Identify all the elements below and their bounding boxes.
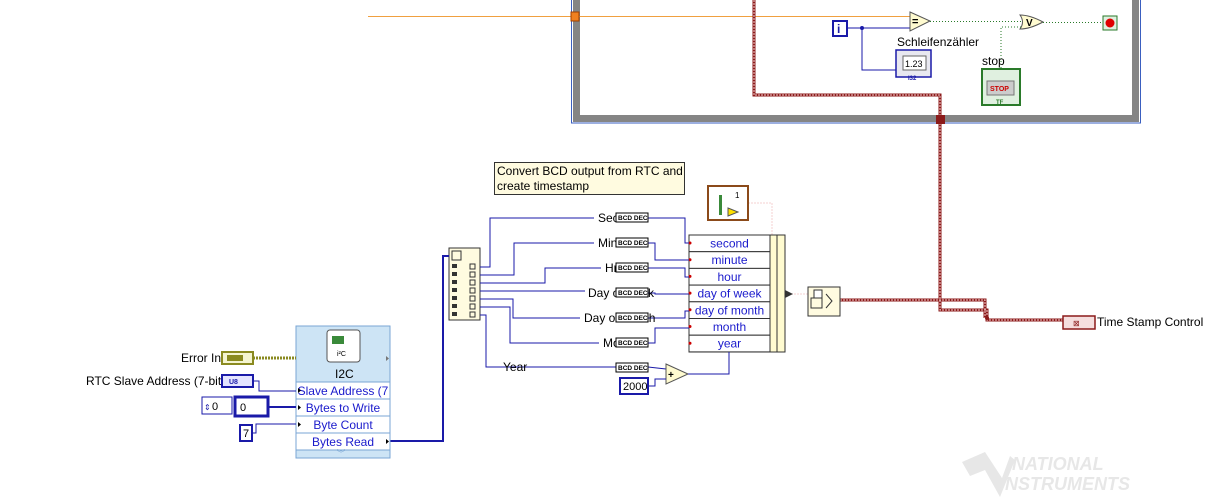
svg-text:NATIONAL: NATIONAL (1012, 454, 1104, 474)
svg-text:1: 1 (735, 191, 740, 200)
array-constant[interactable]: ⇕ 0 0 (201, 395, 270, 418)
iteration-terminal: i (832, 20, 848, 37)
bundle-field-label: second (710, 237, 749, 251)
bundle-field-label: hour (717, 270, 741, 284)
i2c-terminal-label: Byte Count (313, 418, 373, 432)
loop-tunnel (570, 11, 580, 22)
svg-text:⊠: ⊠ (1073, 319, 1080, 328)
bundle-field-label: month (713, 320, 746, 334)
time-stamp-control-label: Time Stamp Control (1097, 315, 1203, 329)
counter-label: Schleifenzähler (897, 35, 979, 49)
svg-text:create timestamp: create timestamp (497, 179, 589, 193)
block-diagram: i = Schleifenzähler 1.23 I32 V stop STOP… (86, 0, 1203, 497)
svg-text:1.23: 1.23 (905, 59, 923, 69)
svg-text:7: 7 (243, 428, 249, 440)
svg-text:BCD DEC: BCD DEC (618, 265, 648, 272)
bundle-field-label: year (718, 337, 741, 351)
equal-node[interactable]: = (909, 11, 932, 32)
svg-text:BCD DEC: BCD DEC (618, 365, 648, 372)
svg-text:I32: I32 (908, 76, 917, 82)
or-node[interactable]: V (1019, 14, 1045, 30)
svg-text:i: i (837, 22, 840, 36)
bcd-to-decimal-node[interactable]: BCD DEC (615, 287, 649, 298)
svg-text:I2C: I2C (335, 367, 354, 381)
svg-text:V: V (1026, 18, 1033, 29)
svg-text:+: + (668, 370, 674, 381)
bundle-by-name-node[interactable]: second minute hour day of week day of month m… (688, 234, 786, 353)
svg-text:⇕: ⇕ (204, 403, 211, 412)
error-in-label: Error In (181, 351, 221, 365)
i2c-terminal-label: Slave Address (7 (298, 384, 389, 398)
bundle-field-label: minute (711, 253, 747, 267)
svg-text:BCD DEC: BCD DEC (618, 240, 648, 247)
svg-text:BCD DEC: BCD DEC (618, 290, 648, 297)
svg-text:︾: ︾ (337, 449, 345, 458)
bundle-field-label: day of week (697, 287, 762, 301)
svg-text:BCD DEC: BCD DEC (618, 215, 648, 222)
svg-text:=: = (912, 16, 918, 28)
svg-text:i²C: i²C (337, 351, 346, 358)
byte-count-constant[interactable]: 7 (239, 424, 253, 442)
loop-tunnel-timestamp (936, 115, 945, 124)
cluster-constant[interactable]: 1 (707, 185, 749, 221)
while-loop[interactable] (571, 0, 1141, 124)
svg-text:BCD DEC: BCD DEC (618, 340, 648, 347)
year-offset-constant[interactable]: 2000 (619, 377, 649, 395)
add-node[interactable]: + (665, 363, 690, 385)
rtc-address-label: RTC Slave Address (7-bit) (86, 374, 225, 388)
bcd-to-decimal-node[interactable]: BCD DEC (615, 362, 649, 373)
bcd-to-decimal-node[interactable]: BCD DEC (615, 237, 649, 248)
array-value: 0 (240, 402, 246, 414)
unbundle-label: Min (598, 236, 617, 250)
i2c-terminal-label: Bytes to Write (306, 401, 381, 415)
stop-label: stop (982, 54, 1005, 68)
svg-text:2000: 2000 (623, 381, 647, 393)
i2c-terminal-label: Bytes Read (312, 435, 374, 449)
svg-text:STOP: STOP (990, 86, 1009, 93)
array-index: 0 (212, 401, 218, 413)
svg-text:U8: U8 (229, 379, 238, 386)
error-in-control[interactable] (221, 351, 254, 365)
svg-text:Convert BCD output from RTC an: Convert BCD output from RTC and (497, 164, 683, 178)
time-stamp-control[interactable]: ⊠ (1062, 315, 1096, 330)
stop-condition-terminal (1102, 15, 1118, 31)
rtc-address-control[interactable]: U8 (221, 374, 254, 388)
comment-box: Convert BCD output from RTC and create t… (494, 162, 685, 195)
bundle-field-label: day of month (695, 303, 764, 317)
svg-text:TF: TF (996, 100, 1004, 106)
stop-button[interactable]: STOP TF (981, 68, 1021, 106)
bcd-to-decimal-node[interactable]: BCD DEC (615, 212, 649, 223)
to-timestamp-node[interactable] (807, 286, 841, 317)
bcd-to-decimal-node[interactable]: BCD DEC (615, 262, 649, 273)
unbundle-label: Year (503, 360, 527, 374)
svg-text:INSTRUMENTS: INSTRUMENTS (1000, 474, 1130, 494)
national-instruments-logo: NATIONAL INSTRUMENTS (962, 452, 1130, 497)
counter-indicator[interactable]: 1.23 I32 (895, 49, 932, 82)
bcd-to-decimal-node[interactable]: BCD DEC (615, 337, 649, 348)
bcd-to-decimal-node[interactable]: BCD DEC (615, 312, 649, 323)
svg-text:BCD DEC: BCD DEC (618, 315, 648, 322)
